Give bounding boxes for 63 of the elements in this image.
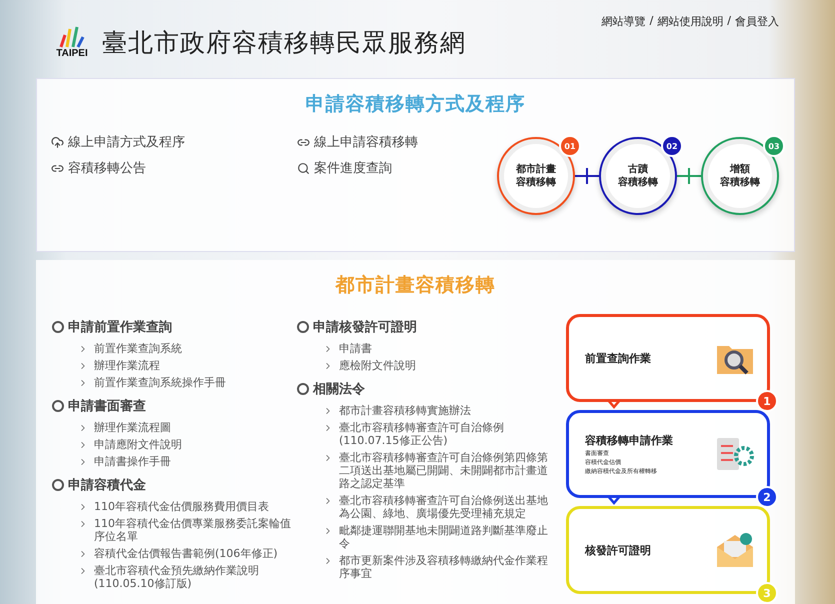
group-title: 申請前置作業查詢 xyxy=(68,319,172,336)
flow-step-number: 2 xyxy=(756,486,778,508)
section-title: 申請容積移轉方式及程序 xyxy=(304,92,526,117)
step-label: 都市計畫 xyxy=(516,163,556,176)
plus-connector-icon xyxy=(677,166,701,186)
document-link[interactable]: 前置作業查詢系統操作手冊 xyxy=(94,376,226,389)
flow-step-title: 前置查詢作業 xyxy=(585,350,651,366)
circle-bullet-icon xyxy=(52,321,64,333)
document-link[interactable]: 都市計畫容積移轉實施辦法 xyxy=(339,404,471,417)
logo-text: TAIPEI xyxy=(56,49,88,59)
method-link[interactable]: 線上申請容積移轉 xyxy=(297,133,497,151)
step-label: 容積移轉 xyxy=(516,176,556,189)
step-label: 容積移轉 xyxy=(618,176,658,189)
circle-bullet-icon xyxy=(52,479,64,491)
step-number: 02 xyxy=(661,135,683,157)
section-title: 都市計畫容積移轉 xyxy=(334,273,496,298)
document-link[interactable]: 110年容積代金估價專業服務委託案輪值序位名單 xyxy=(94,517,297,543)
flow-step-title: 容積移轉申請作業 xyxy=(585,432,673,448)
flow-step-number: 3 xyxy=(756,582,778,604)
step-label: 容積移轉 xyxy=(720,176,760,189)
logo[interactable]: TAIPEI xyxy=(52,25,92,59)
group-title: 相關法令 xyxy=(313,381,365,398)
site-title: 臺北市政府容積移轉民眾服務網 xyxy=(102,26,466,58)
step-label: 增額 xyxy=(730,163,750,176)
step-number: 01 xyxy=(559,135,581,157)
top-link[interactable]: 網站使用說明 xyxy=(657,14,724,78)
step-label: 古蹟 xyxy=(628,163,648,176)
document-link[interactable]: 臺北市容積移轉審查許可自治條例(110.07.15修正公告) xyxy=(339,421,552,447)
document-link[interactable]: 臺北市容積代金預先繳納作業說明(110.05.10修訂版) xyxy=(94,564,297,590)
flow-step-number: 1 xyxy=(756,390,778,412)
link-separator: / xyxy=(727,14,731,29)
group-title: 申請核發許可證明 xyxy=(313,319,417,336)
search-icon xyxy=(297,162,310,174)
flow-step-title: 核發許可證明 xyxy=(585,542,651,558)
cloud-upload-icon xyxy=(51,136,64,148)
circle-bullet-icon xyxy=(297,383,309,395)
link-separator: / xyxy=(650,14,654,29)
taipei-logo-icon xyxy=(57,25,87,49)
document-link[interactable]: 應檢附文件說明 xyxy=(339,359,416,372)
document-link[interactable]: 前置作業查詢系統 xyxy=(94,342,182,355)
document-link[interactable]: 辦理作業流程圖 xyxy=(94,421,171,434)
top-link[interactable]: 會員登入 xyxy=(735,14,779,78)
document-link[interactable]: 申請應附文件說明 xyxy=(94,438,182,451)
document-link[interactable]: 申請書操作手冊 xyxy=(94,455,171,468)
method-link[interactable]: 容積移轉公告 xyxy=(51,159,297,177)
top-link[interactable]: 網站導覽 xyxy=(602,14,646,78)
document-link[interactable]: 110年容積代金估價服務費用價目表 xyxy=(94,500,269,513)
group-title: 申請容積代金 xyxy=(68,476,146,494)
document-link[interactable]: 申請書 xyxy=(339,342,372,355)
document-link[interactable]: 容積代金估價報告書範例(106年修正) xyxy=(94,547,278,560)
circle-bullet-icon xyxy=(297,321,309,333)
envelope-check-icon xyxy=(715,531,755,569)
group-title: 申請書面審查 xyxy=(68,398,146,415)
document-link[interactable]: 毗鄰捷運聯開基地未開闢道路判斷基準廢止令 xyxy=(339,524,552,550)
step-number: 03 xyxy=(763,135,785,157)
plus-connector-icon xyxy=(575,166,599,186)
document-link[interactable]: 辦理作業流程 xyxy=(94,359,160,372)
method-link[interactable]: 案件進度查詢 xyxy=(297,159,497,177)
document-link[interactable]: 都市更新案件涉及容積移轉繳納代金作業程序事宜 xyxy=(339,554,552,580)
circle-bullet-icon xyxy=(52,400,64,412)
document-link[interactable]: 臺北市容積移轉審查許可自治條例送出基地為公園、綠地、廣場優先受理補充規定 xyxy=(339,494,552,520)
method-link[interactable]: 線上申請方式及程序 xyxy=(51,133,297,151)
document-link[interactable]: 臺北市容積移轉審查許可自治條例第四條第二項送出基地屬已開闢、未開闢都市計畫道路之認定基準 xyxy=(339,451,552,490)
